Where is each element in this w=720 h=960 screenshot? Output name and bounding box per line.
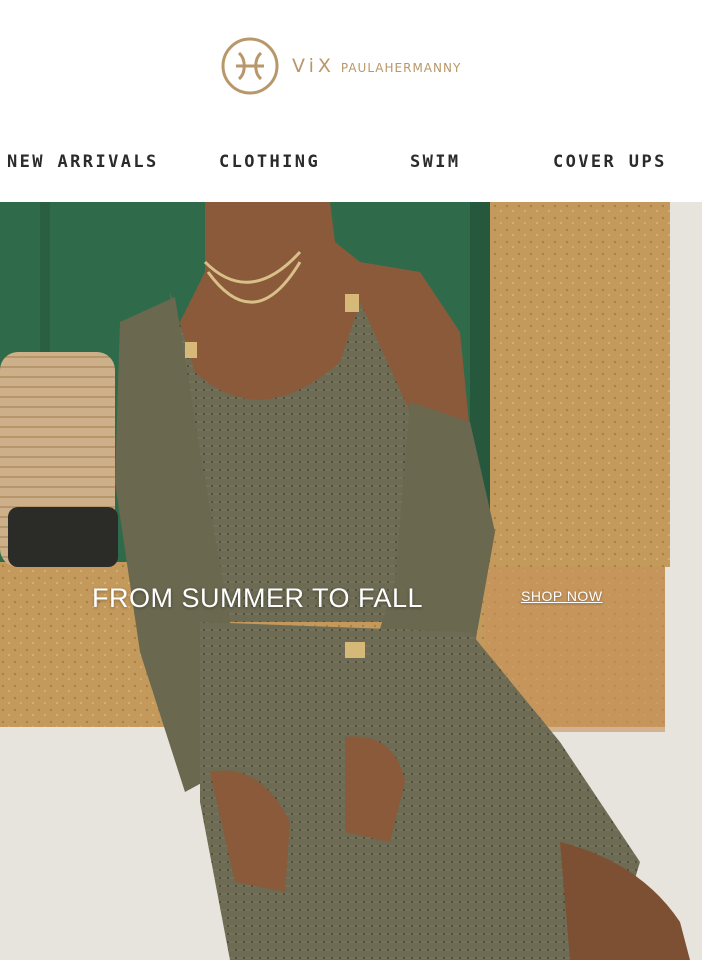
email-page: ViX PAULAHERMANNY NEW ARRIVALS CLOTHING …	[0, 0, 720, 960]
hero-banner[interactable]: FROM SUMMER TO FALL SHOP NOW	[0, 202, 702, 960]
category-nav: NEW ARRIVALS CLOTHING SWIM COVER UPS	[0, 148, 720, 182]
hero-headline: FROM SUMMER TO FALL	[92, 583, 424, 613]
shop-now-link[interactable]: SHOP NOW	[521, 588, 603, 604]
nav-new-arrivals[interactable]: NEW ARRIVALS	[7, 152, 159, 172]
brand-name-vix: ViX	[292, 55, 335, 77]
brand-logo[interactable]: ViX PAULAHERMANNY	[220, 36, 461, 96]
nav-cover-ups[interactable]: COVER UPS	[553, 152, 667, 172]
brand-name-sub: PAULAHERMANNY	[340, 61, 462, 75]
hero-image	[0, 202, 702, 960]
header: ViX PAULAHERMANNY	[0, 0, 720, 130]
nav-swim[interactable]: SWIM	[410, 152, 461, 172]
page-margin	[702, 202, 720, 960]
brand-wordmark: ViX PAULAHERMANNY	[292, 55, 461, 77]
vix-monogram-icon	[221, 37, 279, 95]
nav-clothing[interactable]: CLOTHING	[219, 152, 320, 172]
